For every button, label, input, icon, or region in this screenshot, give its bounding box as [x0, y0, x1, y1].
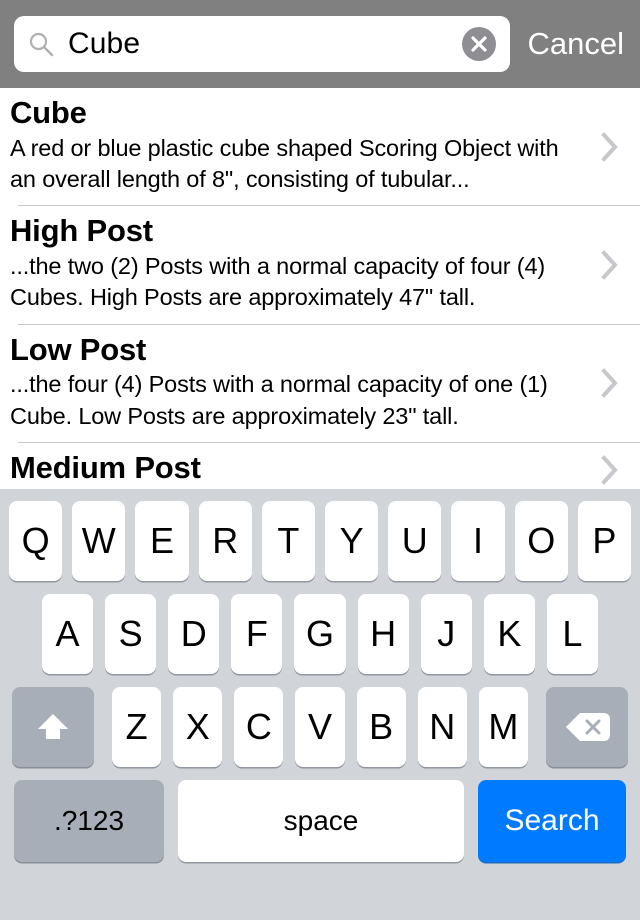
search-bar: Cube Cancel: [0, 0, 640, 88]
key-f[interactable]: F: [231, 594, 283, 674]
key-v[interactable]: V: [295, 687, 345, 767]
keyboard-row-2: A S D F G H J K L: [0, 594, 640, 674]
key-k[interactable]: K: [483, 594, 535, 674]
shift-icon: [33, 707, 73, 747]
result-description: A red or blue plastic cube shaped Scorin…: [10, 134, 559, 193]
key-q[interactable]: Q: [8, 501, 63, 581]
chevron-right-icon: [600, 130, 620, 164]
key-j[interactable]: J: [420, 594, 472, 674]
keyboard-row-1: Q W E R T Y U I O P: [0, 501, 640, 581]
key-x[interactable]: X: [173, 687, 223, 767]
key-s[interactable]: S: [105, 594, 157, 674]
key-y[interactable]: Y: [325, 501, 379, 581]
backspace-key[interactable]: [545, 687, 628, 767]
shift-key[interactable]: [12, 687, 94, 767]
result-title: High Post: [10, 213, 153, 249]
key-a[interactable]: A: [42, 594, 94, 674]
key-b[interactable]: B: [356, 687, 406, 767]
key-g[interactable]: G: [294, 594, 346, 674]
result-row-high-post[interactable]: High Post ...the two (2) Posts with a no…: [0, 206, 640, 324]
result-description: ...the two (2) Posts with a normal capac…: [10, 253, 546, 311]
cancel-button[interactable]: Cancel: [528, 26, 625, 62]
key-i[interactable]: I: [451, 501, 505, 581]
key-t[interactable]: T: [261, 501, 315, 581]
search-key[interactable]: Search: [478, 780, 626, 862]
result-title: Cube: [10, 95, 87, 130]
result-title: Low Post: [10, 331, 147, 367]
key-c[interactable]: C: [234, 687, 284, 767]
backspace-icon: [563, 710, 611, 744]
result-row-low-post[interactable]: Low Post ...the four (4) Posts with a no…: [0, 324, 640, 442]
result-description: ...the four (4) Posts with a normal capa…: [10, 371, 548, 429]
on-screen-keyboard: Q W E R T Y U I O P A S D F G H J K L Z …: [0, 489, 640, 920]
search-icon: [28, 31, 54, 57]
key-d[interactable]: D: [168, 594, 220, 674]
key-h[interactable]: H: [357, 594, 409, 674]
result-title: Medium Post: [10, 449, 201, 485]
key-l[interactable]: L: [546, 594, 598, 674]
key-n[interactable]: N: [417, 687, 467, 767]
space-key[interactable]: space: [178, 780, 464, 862]
key-p[interactable]: P: [577, 501, 632, 581]
chevron-right-icon: [600, 453, 620, 487]
search-input[interactable]: Cube: [14, 16, 510, 72]
numeric-mode-key[interactable]: .?123: [14, 780, 164, 862]
key-e[interactable]: E: [135, 501, 189, 581]
clear-icon[interactable]: [461, 27, 496, 61]
key-r[interactable]: R: [198, 501, 252, 581]
result-row-cube[interactable]: Cube A red or blue plastic cube shaped S…: [0, 88, 640, 206]
keyboard-row-4: .?123 space Search: [0, 780, 640, 862]
key-m[interactable]: M: [478, 687, 528, 767]
chevron-right-icon: [600, 248, 620, 282]
search-screen: Cube Cancel Cube A red or blue plastic c…: [0, 0, 640, 920]
chevron-right-icon: [600, 366, 620, 400]
key-z[interactable]: Z: [112, 687, 162, 767]
search-input-value: Cube: [68, 29, 141, 59]
key-o[interactable]: O: [514, 501, 568, 581]
key-w[interactable]: W: [72, 501, 126, 581]
key-u[interactable]: U: [388, 501, 442, 581]
keyboard-row-3: Z X C V B N M: [0, 687, 640, 767]
